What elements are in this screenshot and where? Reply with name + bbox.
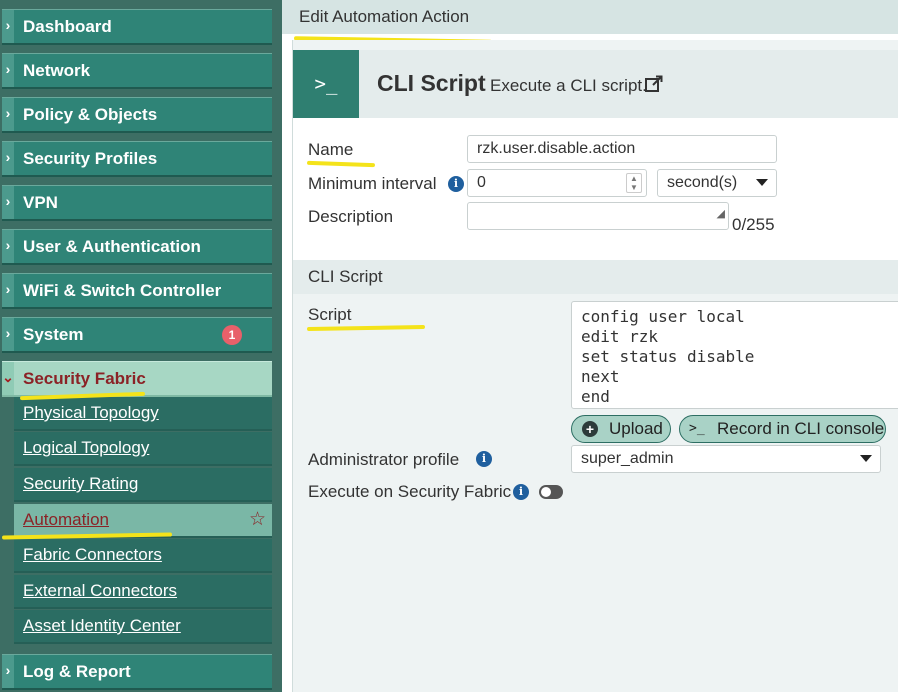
script-label: Script [308,305,352,324]
info-icon[interactable]: i [513,484,529,500]
external-link-icon[interactable] [644,74,664,94]
resize-handle-icon[interactable]: ◢ [717,201,725,227]
info-icon[interactable]: i [476,451,492,467]
sidebar-subitem-logical-topology[interactable]: Logical Topology [14,432,272,466]
description-textarea[interactable]: ◢ [467,202,729,230]
section-title: CLI Script [308,267,383,286]
sidebar-item-label: Security Profiles [23,149,158,168]
highlight-mark [306,160,376,168]
description-counter: 0/255 [732,215,775,234]
sidebar-item-dashboard[interactable]: › Dashboard [2,9,272,45]
sidebar-subitem-asset-identity-center[interactable]: Asset Identity Center [14,610,272,644]
sidebar-item-label: Log & Report [23,662,131,681]
chevron-right-icon: › [2,274,14,307]
action-type-description: Execute a CLI script. [490,76,647,95]
sidebar-subitem-label: Fabric Connectors [23,545,162,564]
min-interval-label: Minimum interval [308,174,437,193]
sidebar-item-log-report[interactable]: › Log & Report [2,654,272,690]
sidebar-subitem-fabric-connectors[interactable]: Fabric Connectors [14,539,272,573]
chevron-down-icon: ⌄ [2,362,14,395]
chevron-right-icon: › [2,318,14,351]
plus-circle-icon: + [582,421,598,437]
sidebar-item-user-authentication[interactable]: › User & Authentication [2,229,272,265]
script-line: set status disable [581,347,755,366]
sidebar-item-security-profiles[interactable]: › Security Profiles [2,141,272,177]
execute-fabric-label: Execute on Security Fabric [308,482,512,501]
info-icon[interactable]: i [448,176,464,192]
upload-button[interactable]: + Upload [571,415,671,443]
chevron-right-icon: › [2,142,14,175]
description-label: Description [308,207,394,226]
action-type-title: CLI Script [377,70,486,96]
script-line: config user local [581,307,745,326]
min-interval-input[interactable]: 0 ▲ ▼ [467,169,647,197]
sidebar-subitem-label: Logical Topology [23,438,150,457]
sidebar-subitem-label: External Connectors [23,581,178,600]
general-form: Name rzk.user.disable.action Minimum int… [293,118,898,260]
sidebar-subitem-external-connectors[interactable]: External Connectors [14,575,272,609]
name-input[interactable]: rzk.user.disable.action [467,135,777,163]
admin-profile-value: super_admin [581,450,674,467]
min-interval-value: 0 [477,174,486,191]
chevron-right-icon: › [2,655,14,688]
record-cli-label: Record in CLI console [717,419,885,438]
terminal-icon: >_ [293,50,359,118]
script-line: next [581,367,620,386]
spinner-icon[interactable]: ▲ ▼ [626,173,642,193]
sidebar-subitem-physical-topology[interactable]: Physical Topology [14,397,272,431]
sidebar-subitem-label: Physical Topology [23,403,159,422]
star-icon[interactable]: ☆ [249,508,266,531]
sidebar-item-label: Network [23,61,91,80]
sidebar: › Dashboard › Network › Policy & Objects… [0,0,282,692]
chevron-right-icon: › [2,54,14,87]
notification-badge: 1 [222,325,242,345]
sidebar-subitem-label: Asset Identity Center [23,616,181,635]
chevron-right-icon: › [2,98,14,131]
sidebar-item-wifi-switch-controller[interactable]: › WiFi & Switch Controller [2,273,272,309]
section-header: CLI Script [293,260,898,294]
caret-down-icon [860,455,872,462]
record-cli-button[interactable]: >_ Record in CLI console [679,415,886,443]
admin-profile-label: Administrator profile [308,450,460,469]
sidebar-item-label: Dashboard [23,17,112,36]
edit-panel: >_ CLI Script Execute a CLI script. Name… [292,40,898,692]
caret-down-icon [756,179,768,186]
sidebar-item-system[interactable]: › System 1 [2,317,272,353]
main-content: Edit Automation Action >_ CLI Script Exe… [282,0,898,692]
action-type-header: >_ CLI Script Execute a CLI script. [293,50,898,118]
chevron-right-icon: › [2,10,14,43]
script-line: edit rzk [581,327,659,346]
script-line: end [581,387,610,406]
sidebar-subitem-label: Security Rating [23,474,139,493]
sidebar-item-label: Policy & Objects [23,105,158,124]
sidebar-item-vpn[interactable]: › VPN [2,185,272,221]
execute-fabric-toggle[interactable] [539,485,563,499]
upload-label: Upload [609,419,663,438]
sidebar-item-network[interactable]: › Network [2,53,272,89]
toggle-knob [541,487,551,497]
sidebar-subitem-security-rating[interactable]: Security Rating [14,468,272,502]
terminal-icon: >_ [689,421,705,436]
sidebar-item-label: WiFi & Switch Controller [23,281,222,300]
interval-unit-value: second(s) [667,174,738,191]
page-title: Edit Automation Action [299,7,470,26]
sidebar-item-label: System [23,325,84,344]
admin-profile-select[interactable]: super_admin [571,445,881,473]
sidebar-item-policy-objects[interactable]: › Policy & Objects [2,97,272,133]
interval-unit-select[interactable]: second(s) [657,169,777,197]
name-label: Name [308,140,354,159]
highlight-mark [306,324,426,332]
chevron-right-icon: › [2,230,14,263]
script-textarea[interactable]: config user local edit rzk set status di… [571,301,898,409]
sidebar-item-label: Security Fabric [23,369,146,388]
sidebar-item-label: User & Authentication [23,237,201,256]
page-header: Edit Automation Action [282,0,898,34]
sidebar-item-label: VPN [23,193,58,212]
sidebar-subitem-label: Automation [23,510,109,529]
chevron-right-icon: › [2,186,14,219]
